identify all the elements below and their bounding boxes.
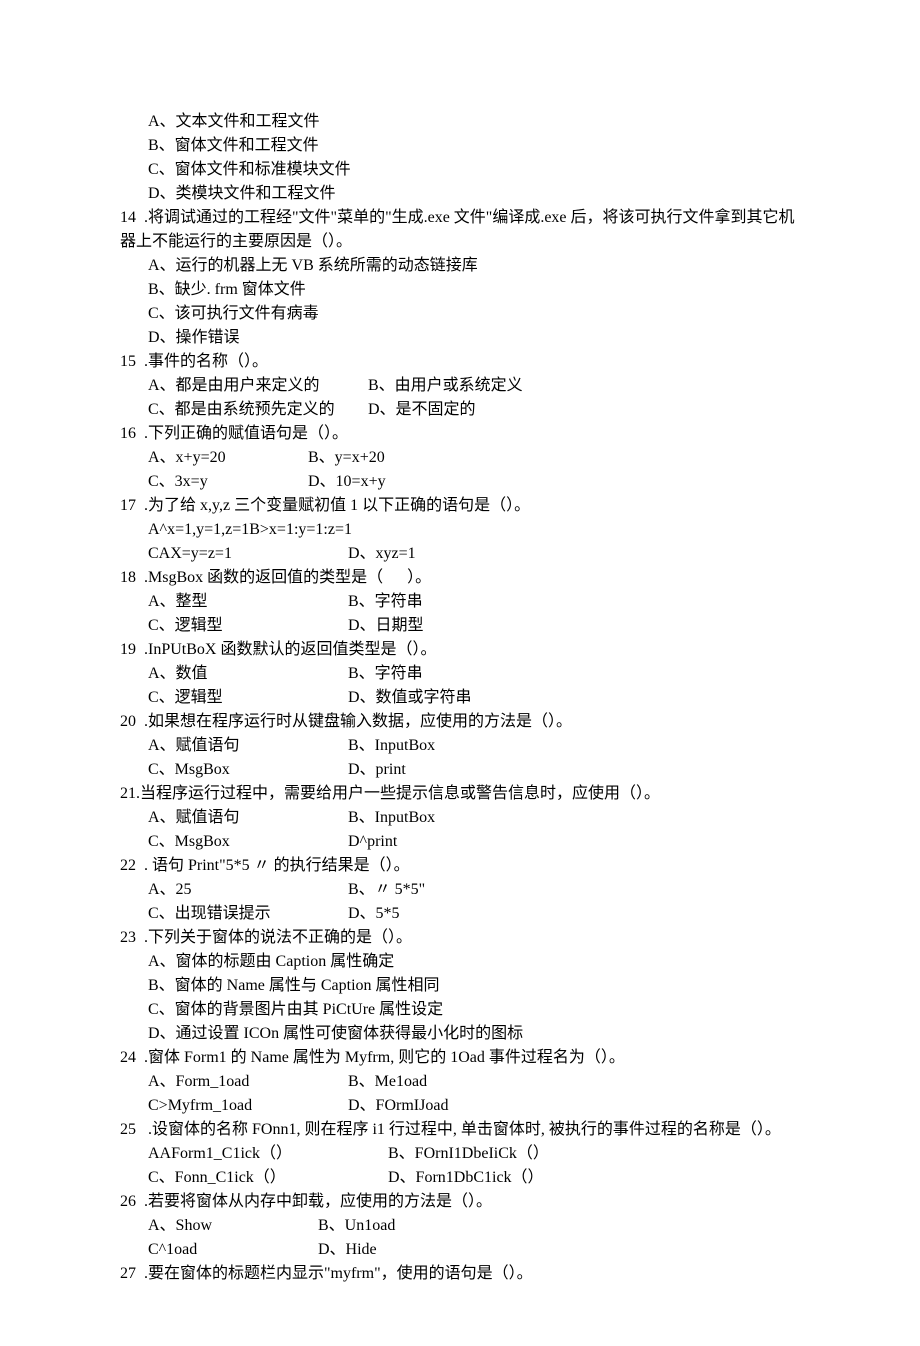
q20-row1: A、赋值语句 B、InputBox bbox=[120, 734, 800, 758]
q21-opt-b: B、InputBox bbox=[348, 806, 435, 830]
q15-row1: A、都是由用户来定义的 B、由用户或系统定义 bbox=[120, 374, 800, 398]
q17-opt-c: CAX=y=z=1 bbox=[148, 542, 348, 566]
q14-opt-a: A、运行的机器上无 VB 系统所需的动态链接库 bbox=[120, 254, 800, 278]
q16-row2: C、3x=y D、10=x+y bbox=[120, 470, 800, 494]
q23-opt-b: B、窗体的 Name 属性与 Caption 属性相同 bbox=[120, 974, 800, 998]
q18-row2: C、逻辑型 D、日期型 bbox=[120, 614, 800, 638]
q26-opt-a: A、Show bbox=[148, 1214, 318, 1238]
q21-stem: 21.当程序运行过程中，需要给用户一些提示信息或警告信息时，应使用（）。 bbox=[120, 782, 800, 806]
q16-row1: A、x+y=20 B、y=x+20 bbox=[120, 446, 800, 470]
q14-stem: 14 .将调试通过的工程经"文件"菜单的"生成.exe 文件"编译成.exe 后… bbox=[120, 206, 800, 254]
q26-opt-b: B、Un1oad bbox=[318, 1214, 395, 1238]
q25-opt-a: AAForm1_C1ick（） bbox=[148, 1142, 388, 1166]
q25-row1: AAForm1_C1ick（） B、FOrnI1DbeIiCk（） bbox=[120, 1142, 800, 1166]
q13-opt-c: C、窗体文件和标准模块文件 bbox=[120, 158, 800, 182]
q18-stem: 18 .MsgBox 函数的返回值的类型是（ ）。 bbox=[120, 566, 800, 590]
q15-opt-b: B、由用户或系统定义 bbox=[368, 374, 523, 398]
q21-opt-a: A、赋值语句 bbox=[148, 806, 348, 830]
q21-opt-c: C、MsgBox bbox=[148, 830, 348, 854]
q21-row1: A、赋值语句 B、InputBox bbox=[120, 806, 800, 830]
q17-row2: CAX=y=z=1 D、xyz=1 bbox=[120, 542, 800, 566]
q16-opt-a: A、x+y=20 bbox=[148, 446, 308, 470]
q23-stem: 23 .下列关于窗体的说法不正确的是（）。 bbox=[120, 926, 800, 950]
q20-row2: C、MsgBox D、print bbox=[120, 758, 800, 782]
q24-row2: C>Myfrm_1oad D、FOrmIJoad bbox=[120, 1094, 800, 1118]
q22-opt-b: B、〃 5*5" bbox=[348, 878, 425, 902]
q27-stem: 27 .要在窗体的标题栏内显示"myfrm"，使用的语句是（）。 bbox=[120, 1262, 800, 1286]
q13-opt-a: A、文本文件和工程文件 bbox=[120, 110, 800, 134]
q26-stem: 26 .若要将窗体从内存中卸载，应使用的方法是（）。 bbox=[120, 1190, 800, 1214]
q16-opt-c: C、3x=y bbox=[148, 470, 308, 494]
q15-opt-c: C、都是由系统预先定义的 bbox=[148, 398, 368, 422]
q25-stem: 25 .设窗体的名称 FOnn1, 则在程序 i1 行过程中, 单击窗体时, 被… bbox=[120, 1118, 800, 1142]
q24-opt-c: C>Myfrm_1oad bbox=[148, 1094, 348, 1118]
q22-stem: 22 . 语句 Print"5*5 〃 的执行结果是（）。 bbox=[120, 854, 800, 878]
q18-opt-c: C、逻辑型 bbox=[148, 614, 348, 638]
q20-stem: 20 .如果想在程序运行时从键盘输入数据，应使用的方法是（）。 bbox=[120, 710, 800, 734]
q16-stem: 16 .下列正确的赋值语句是（）。 bbox=[120, 422, 800, 446]
q26-opt-c: C^1oad bbox=[148, 1238, 318, 1262]
q26-opt-d: D、Hide bbox=[318, 1238, 377, 1262]
q22-row2: C、出现错误提示 D、5*5 bbox=[120, 902, 800, 926]
q13-opt-b: B、窗体文件和工程文件 bbox=[120, 134, 800, 158]
q13-opt-d: D、类模块文件和工程文件 bbox=[120, 182, 800, 206]
q14-opt-b: B、缺少. frm 窗体文件 bbox=[120, 278, 800, 302]
q17-stem: 17 .为了给 x,y,z 三个变量赋初值 1 以下正确的语句是（）。 bbox=[120, 494, 800, 518]
q18-opt-b: B、字符串 bbox=[348, 590, 423, 614]
q17-opt-d: D、xyz=1 bbox=[348, 542, 416, 566]
q15-row2: C、都是由系统预先定义的 D、是不固定的 bbox=[120, 398, 800, 422]
q24-row1: A、Form_1oad B、Me1oad bbox=[120, 1070, 800, 1094]
q20-opt-c: C、MsgBox bbox=[148, 758, 348, 782]
q14-opt-d: D、操作错误 bbox=[120, 326, 800, 350]
q16-opt-b: B、y=x+20 bbox=[308, 446, 385, 470]
q23-opt-d: D、通过设置 ICOn 属性可使窗体获得最小化时的图标 bbox=[120, 1022, 800, 1046]
q22-opt-d: D、5*5 bbox=[348, 902, 400, 926]
q18-opt-a: A、整型 bbox=[148, 590, 348, 614]
q21-row2: C、MsgBox D^print bbox=[120, 830, 800, 854]
q24-opt-b: B、Me1oad bbox=[348, 1070, 427, 1094]
q26-row1: A、Show B、Un1oad bbox=[120, 1214, 800, 1238]
q19-opt-d: D、数值或字符串 bbox=[348, 686, 472, 710]
q26-row2: C^1oad D、Hide bbox=[120, 1238, 800, 1262]
q24-opt-a: A、Form_1oad bbox=[148, 1070, 348, 1094]
q14-opt-c: C、该可执行文件有病毒 bbox=[120, 302, 800, 326]
q21-opt-d: D^print bbox=[348, 830, 397, 854]
q25-row2: C、Fonn_C1ick（） D、Forn1DbC1ick（） bbox=[120, 1166, 800, 1190]
q18-row1: A、整型 B、字符串 bbox=[120, 590, 800, 614]
q20-opt-b: B、InputBox bbox=[348, 734, 435, 758]
q25-opt-d: D、Forn1DbC1ick（） bbox=[388, 1166, 544, 1190]
q22-opt-c: C、出现错误提示 bbox=[148, 902, 348, 926]
q19-row1: A、数值 B、字符串 bbox=[120, 662, 800, 686]
q18-opt-d: D、日期型 bbox=[348, 614, 424, 638]
q16-opt-d: D、10=x+y bbox=[308, 470, 386, 494]
q25-opt-b: B、FOrnI1DbeIiCk（） bbox=[388, 1142, 549, 1166]
q20-opt-d: D、print bbox=[348, 758, 406, 782]
q20-opt-a: A、赋值语句 bbox=[148, 734, 348, 758]
q15-opt-a: A、都是由用户来定义的 bbox=[148, 374, 368, 398]
q24-stem: 24 .窗体 Form1 的 Name 属性为 Myfrm, 则它的 1Oad … bbox=[120, 1046, 800, 1070]
q19-opt-c: C、逻辑型 bbox=[148, 686, 348, 710]
q22-opt-a: A、25 bbox=[148, 878, 348, 902]
q22-row1: A、25 B、〃 5*5" bbox=[120, 878, 800, 902]
q25-opt-c: C、Fonn_C1ick（） bbox=[148, 1166, 388, 1190]
q19-row2: C、逻辑型 D、数值或字符串 bbox=[120, 686, 800, 710]
q19-opt-a: A、数值 bbox=[148, 662, 348, 686]
q19-opt-b: B、字符串 bbox=[348, 662, 423, 686]
q15-stem: 15 .事件的名称（）。 bbox=[120, 350, 800, 374]
q23-opt-c: C、窗体的背景图片由其 PiCtUre 属性设定 bbox=[120, 998, 800, 1022]
q17-row1: A^x=1,y=1,z=1B>x=1:y=1:z=1 bbox=[120, 518, 800, 542]
q15-opt-d: D、是不固定的 bbox=[368, 398, 476, 422]
q19-stem: 19 .InPUtBoX 函数默认的返回值类型是（）。 bbox=[120, 638, 800, 662]
q23-opt-a: A、窗体的标题由 Caption 属性确定 bbox=[120, 950, 800, 974]
q24-opt-d: D、FOrmIJoad bbox=[348, 1094, 448, 1118]
